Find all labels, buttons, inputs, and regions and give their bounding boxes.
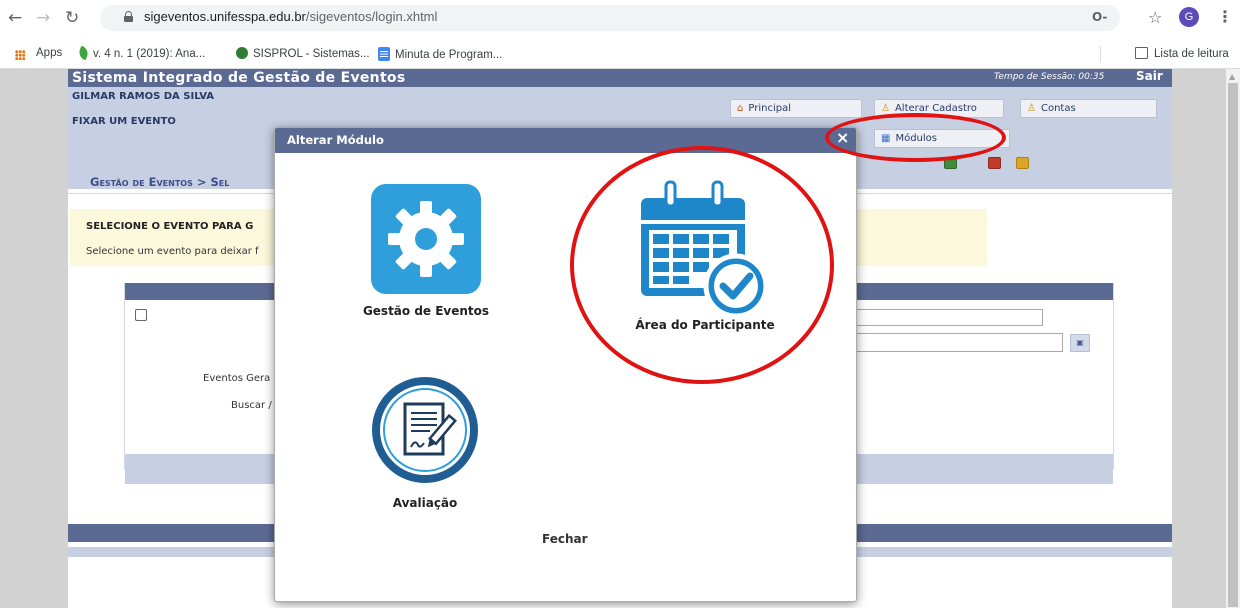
- scrollbar[interactable]: ▲: [1226, 69, 1240, 608]
- dialog-title: Alterar Módulo: [287, 133, 384, 147]
- app-title: Sistema Integrado de Gestão de Eventos: [72, 70, 406, 86]
- info-title: SELECIONE O EVENTO PARA G: [86, 221, 254, 232]
- fechar-link[interactable]: Fechar: [542, 532, 588, 546]
- reload-icon[interactable]: ↻: [65, 8, 79, 28]
- browser-toolbar: ← → ↻ sigeventos.unifesspa.edu.br/sigeve…: [0, 0, 1240, 40]
- user-name: GILMAR RAMOS DA SILVA: [72, 91, 214, 102]
- scroll-thumb[interactable]: [1228, 83, 1238, 607]
- menu-contas-button[interactable]: ♙ Contas: [1020, 99, 1157, 118]
- leaf-icon: [77, 45, 90, 61]
- bookmark-sisprol[interactable]: SISPROL - Sistemas...: [236, 47, 370, 60]
- dialog-header: Alterar Módulo ×: [275, 128, 856, 153]
- back-icon[interactable]: ←: [8, 8, 22, 28]
- breadcrumb: Gestão de Eventos > Sel: [90, 175, 230, 189]
- mail-icon[interactable]: [1016, 157, 1029, 169]
- bookmark-apps[interactable]: Apps: [36, 47, 62, 59]
- calendar-button-icon[interactable]: ▣: [1070, 334, 1090, 352]
- fix-event-link[interactable]: FIXAR UM EVENTO: [72, 116, 176, 127]
- app-header: Sistema Integrado de Gestão de Eventos T…: [68, 69, 1172, 87]
- bookmark-minuta[interactable]: Minuta de Program...: [378, 47, 502, 61]
- modulos-highlight-circle: [825, 113, 1006, 162]
- key-icon[interactable]: O-: [1092, 10, 1107, 24]
- gear-icon: [388, 201, 464, 277]
- avaliacao-label[interactable]: Avaliação: [355, 496, 495, 510]
- date-input[interactable]: [853, 333, 1063, 352]
- document-icon: [378, 47, 390, 61]
- star-icon[interactable]: ☆: [1148, 8, 1162, 27]
- address-bar[interactable]: sigeventos.unifesspa.edu.br/sigeventos/l…: [100, 5, 1120, 31]
- person-icon: ♙: [1027, 103, 1036, 114]
- buscar-label: Buscar /: [231, 400, 272, 411]
- filter-input[interactable]: [853, 309, 1043, 326]
- url-text: sigeventos.unifesspa.edu.br/sigeventos/l…: [144, 9, 438, 24]
- forward-icon[interactable]: →: [36, 8, 50, 28]
- profile-avatar[interactable]: G: [1179, 7, 1199, 27]
- bookmark-revista[interactable]: v. 4 n. 1 (2019): Ana...: [77, 45, 205, 61]
- apps-grid-icon[interactable]: [15, 50, 25, 60]
- reading-list-icon: [1135, 47, 1148, 59]
- eventos-label: Eventos Gera: [203, 373, 271, 384]
- session-timer: Tempo de Sessão: 00:35: [994, 72, 1105, 82]
- kebab-menu-icon[interactable]: ⋮: [1217, 7, 1233, 26]
- lock-icon: [124, 11, 133, 22]
- gestao-eventos-tile[interactable]: [371, 184, 481, 294]
- scroll-up-icon[interactable]: ▲: [1229, 72, 1235, 81]
- document-signature-icon[interactable]: [372, 377, 478, 483]
- reading-list[interactable]: Lista de leitura: [1135, 47, 1229, 60]
- bookmark-separator: [1100, 46, 1101, 62]
- filter-checkbox[interactable]: [135, 309, 147, 321]
- bookmarks-bar: Apps v. 4 n. 1 (2019): Ana... SISPROL - …: [0, 40, 1240, 69]
- home-icon: ⌂: [737, 103, 744, 114]
- area-participante-highlight-circle: [570, 146, 834, 384]
- red-icon[interactable]: [988, 157, 1001, 169]
- gestao-eventos-label[interactable]: Gestão de Eventos: [356, 304, 496, 318]
- info-text: Selecione um evento para deixar f: [86, 246, 259, 257]
- menu-principal-button[interactable]: ⌂ Principal: [730, 99, 862, 118]
- sisprol-icon: [236, 47, 248, 59]
- logout-link[interactable]: Sair: [1136, 69, 1163, 83]
